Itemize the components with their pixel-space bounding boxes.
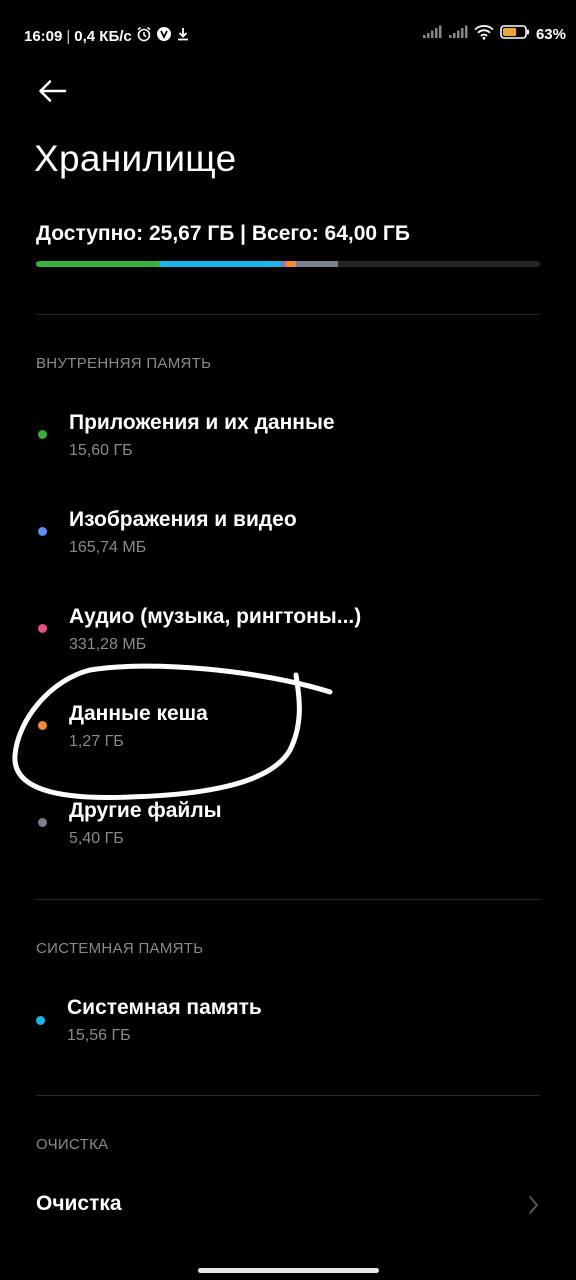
status-right: 63%	[422, 24, 566, 44]
storage-summary: Доступно: 25,67 ГБ | Всего: 64,00 ГБ	[36, 222, 410, 245]
usage-bar-segment	[36, 261, 159, 267]
category-size: 5,40 ГБ	[69, 830, 124, 847]
cleanup-label: Очистка	[36, 1192, 122, 1215]
divider	[36, 314, 540, 315]
status-left: 16:09 | 0,4 КБ/с	[24, 26, 190, 46]
divider	[36, 1095, 540, 1096]
category-color-dot	[38, 624, 47, 633]
category-size: 165,74 МБ	[69, 539, 147, 556]
divider	[36, 899, 540, 900]
chevron-right-icon	[527, 1194, 541, 1221]
section-header-system: СИСТЕМНАЯ ПАМЯТЬ	[36, 940, 204, 957]
status-separator: |	[66, 27, 71, 45]
section-header-internal: ВНУТРЕННЯЯ ПАМЯТЬ	[36, 355, 212, 372]
category-audio[interactable]: Аудио (музыка, рингтоны...) 331,28 МБ	[0, 605, 576, 685]
category-color-dot	[38, 527, 47, 536]
usage-bar-segment	[158, 261, 282, 267]
category-name: Другие файлы	[69, 799, 222, 822]
category-size: 15,60 ГБ	[69, 442, 133, 459]
category-name: Данные кеша	[69, 702, 208, 725]
status-speed: 0,4 КБ/с	[74, 27, 132, 45]
back-button[interactable]	[34, 74, 74, 108]
category-other-files[interactable]: Другие файлы 5,40 ГБ	[0, 799, 576, 879]
storage-usage-bar	[36, 261, 540, 267]
category-name: Системная память	[67, 996, 262, 1019]
battery-percent: 63%	[535, 25, 566, 43]
alarm-icon	[136, 26, 152, 46]
category-name: Изображения и видео	[69, 508, 297, 531]
signal-icon	[448, 25, 468, 43]
category-color-dot	[38, 721, 47, 730]
usage-bar-segment	[295, 261, 338, 267]
usage-bar-segment	[285, 261, 296, 267]
cleanup-button[interactable]: Очистка	[0, 1180, 576, 1232]
status-bar: 16:09 | 0,4 КБ/с 63%	[0, 0, 576, 70]
category-apps[interactable]: Приложения и их данные 15,60 ГБ	[0, 411, 576, 491]
category-name: Аудио (музыка, рингтоны...)	[69, 605, 362, 628]
category-color-dot	[36, 1016, 45, 1025]
category-size: 331,28 МБ	[69, 636, 147, 653]
category-images-video[interactable]: Изображения и видео 165,74 МБ	[0, 508, 576, 588]
signal-icon	[422, 25, 442, 43]
category-color-dot	[38, 430, 47, 439]
download-icon	[176, 26, 190, 46]
status-time: 16:09	[24, 27, 63, 45]
category-name: Приложения и их данные	[69, 411, 335, 434]
arrow-left-icon	[39, 80, 67, 102]
category-size: 1,27 ГБ	[69, 733, 124, 750]
wifi-icon	[474, 24, 494, 44]
page-title: Хранилище	[34, 138, 237, 179]
vpn-icon	[156, 26, 172, 46]
category-system[interactable]: Системная память 15,56 ГБ	[0, 996, 576, 1076]
category-color-dot	[38, 818, 47, 827]
home-indicator[interactable]	[198, 1268, 379, 1273]
category-size: 15,56 ГБ	[67, 1027, 131, 1044]
category-cache[interactable]: Данные кеша 1,27 ГБ	[0, 702, 576, 782]
section-header-cleanup: ОЧИСТКА	[36, 1136, 109, 1153]
battery-icon	[500, 24, 530, 44]
